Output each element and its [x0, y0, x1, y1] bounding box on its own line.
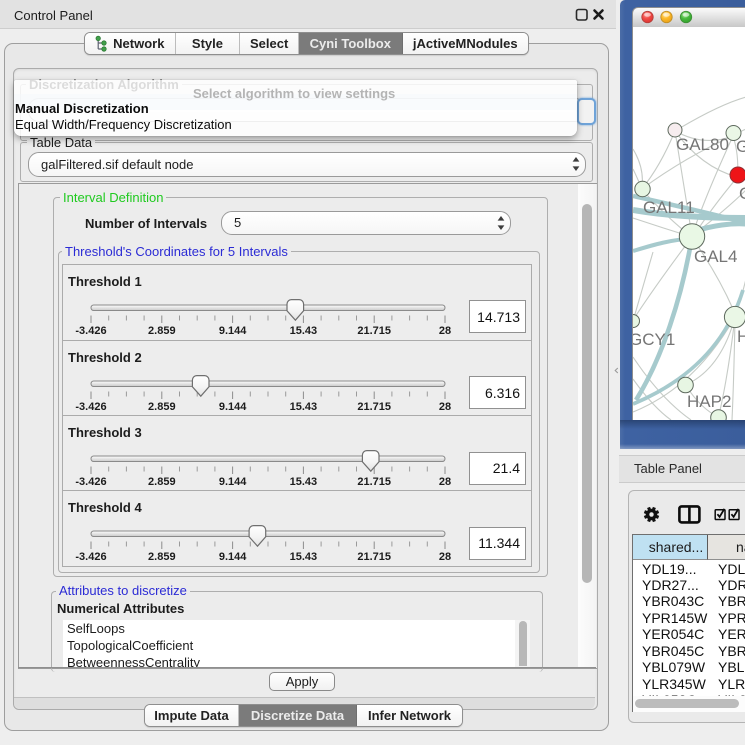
svg-text:9.144: 9.144 — [219, 401, 247, 413]
svg-text:-3.426: -3.426 — [75, 325, 106, 337]
svg-text:28: 28 — [439, 325, 451, 337]
svg-text:GCY1: GCY1 — [632, 330, 675, 349]
svg-text:15.43: 15.43 — [290, 551, 318, 563]
svg-text:21.715: 21.715 — [357, 401, 391, 413]
svg-text:GAL4: GAL4 — [694, 247, 737, 266]
svg-text:28: 28 — [439, 401, 451, 413]
svg-text:21.715: 21.715 — [357, 551, 391, 563]
svg-text:GAL3: GAL3 — [736, 137, 745, 156]
svg-text:2.859: 2.859 — [148, 325, 176, 337]
svg-text:15.43: 15.43 — [290, 325, 318, 337]
svg-text:-3.426: -3.426 — [75, 476, 106, 488]
svg-text:-3.426: -3.426 — [75, 551, 106, 563]
svg-text:HIS4: HIS4 — [737, 327, 745, 346]
svg-text:15.43: 15.43 — [290, 476, 318, 488]
svg-text:HAP2: HAP2 — [687, 392, 731, 411]
svg-text:21.715: 21.715 — [357, 476, 391, 488]
svg-text:9.144: 9.144 — [219, 325, 247, 337]
svg-text:2.859: 2.859 — [148, 551, 176, 563]
svg-text:21.715: 21.715 — [357, 325, 391, 337]
svg-text:28: 28 — [439, 476, 451, 488]
svg-text:2.859: 2.859 — [148, 476, 176, 488]
svg-text:GAL80: GAL80 — [676, 135, 729, 154]
svg-text:-3.426: -3.426 — [75, 401, 106, 413]
svg-text:GAL11: GAL11 — [643, 198, 695, 217]
svg-text:28: 28 — [439, 551, 451, 563]
svg-text:15.43: 15.43 — [290, 401, 318, 413]
svg-text:9.144: 9.144 — [219, 551, 247, 563]
svg-text:2.859: 2.859 — [148, 401, 176, 413]
svg-text:CYC8: CYC8 — [739, 184, 745, 203]
svg-text:9.144: 9.144 — [219, 476, 247, 488]
